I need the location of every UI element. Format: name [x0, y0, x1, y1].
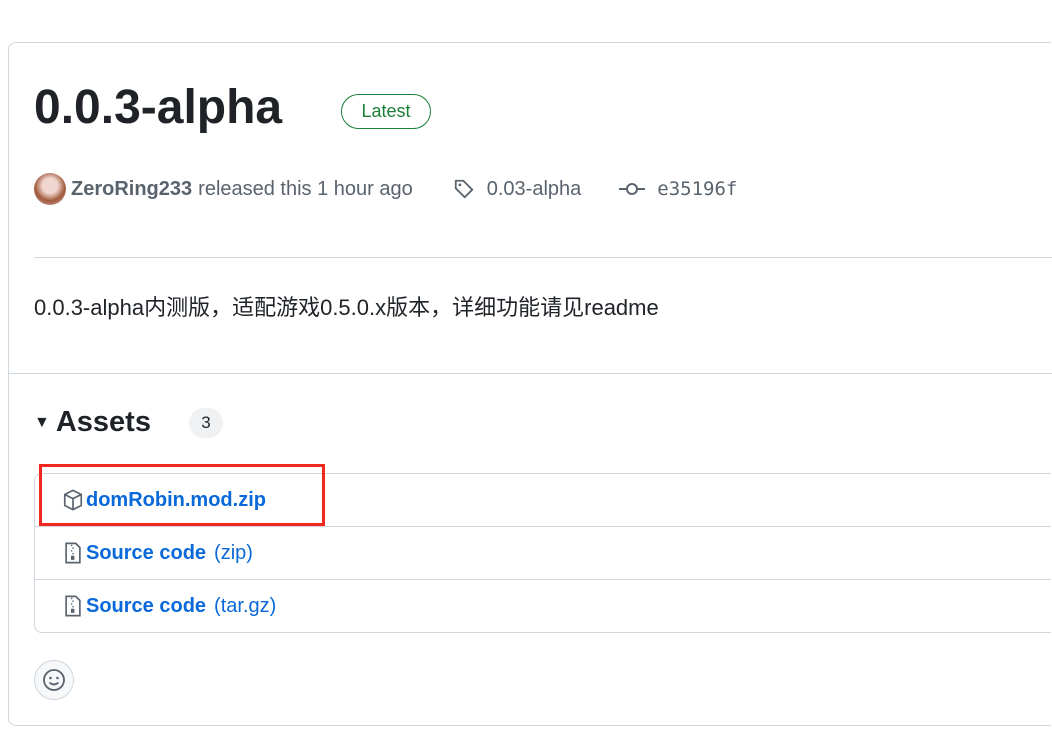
latest-badge: Latest: [341, 94, 431, 129]
asset-link[interactable]: Source code: [86, 595, 206, 618]
triangle-down-icon: ▼: [34, 413, 50, 431]
release-description: 0.0.3-alpha内测版，适配游戏0.5.0.x版本，详细功能请见readm…: [34, 295, 659, 320]
file-zip-icon: [65, 595, 81, 617]
divider: [9, 373, 1052, 374]
tag-link[interactable]: 0.03-alpha: [487, 178, 582, 201]
asset-format: (zip): [214, 541, 253, 564]
released-text: released this 1 hour ago: [198, 177, 413, 200]
release-meta: ZeroRing233 released this 1 hour ago 0.0…: [34, 172, 737, 206]
highlight-box: [39, 464, 325, 526]
avatar[interactable]: [34, 173, 66, 205]
smiley-icon: [43, 669, 65, 691]
assets-toggle[interactable]: ▼ Assets 3: [34, 406, 223, 439]
assets-heading: Assets: [55, 406, 151, 438]
divider: [34, 257, 1052, 258]
assets-count: 3: [188, 407, 223, 438]
asset-row[interactable]: Source code (tar.gz): [35, 579, 1051, 632]
file-zip-icon: [65, 542, 81, 564]
commit-link[interactable]: e35196f: [657, 178, 737, 200]
commit-icon: [619, 183, 646, 195]
add-reaction-button[interactable]: [34, 660, 74, 700]
asset-row[interactable]: Source code (zip): [35, 526, 1051, 579]
tag-icon: [454, 179, 473, 199]
asset-format: (tar.gz): [214, 594, 277, 617]
author-link[interactable]: ZeroRing233: [71, 178, 192, 201]
asset-link[interactable]: Source code: [86, 542, 206, 565]
release-title[interactable]: 0.0.3-alpha: [34, 80, 282, 135]
